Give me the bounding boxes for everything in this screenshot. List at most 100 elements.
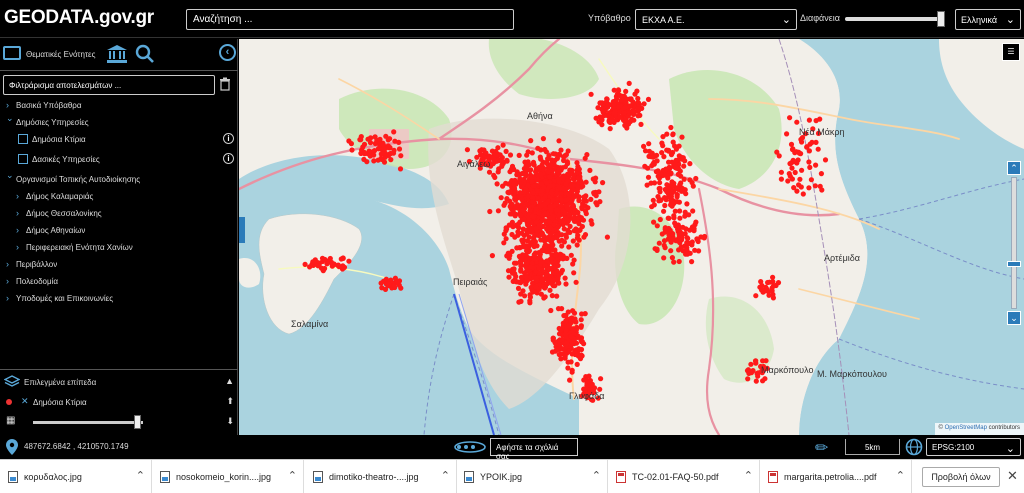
- public-building-marker[interactable]: [387, 136, 393, 142]
- zoom-in-icon[interactable]: ⌃: [1007, 161, 1021, 175]
- public-building-marker[interactable]: [348, 141, 354, 147]
- public-building-marker[interactable]: [394, 279, 400, 285]
- public-building-marker[interactable]: [464, 147, 470, 153]
- public-building-marker[interactable]: [760, 289, 766, 295]
- public-building-marker[interactable]: [748, 361, 754, 367]
- public-building-marker[interactable]: [336, 264, 342, 270]
- public-building-marker[interactable]: [588, 196, 594, 202]
- public-building-marker[interactable]: [533, 275, 539, 281]
- public-building-marker[interactable]: [506, 181, 512, 187]
- public-building-marker[interactable]: [547, 287, 553, 293]
- public-building-marker[interactable]: [660, 134, 666, 140]
- public-building-marker[interactable]: [349, 147, 355, 153]
- public-building-marker[interactable]: [550, 335, 556, 341]
- public-building-marker[interactable]: [556, 151, 562, 158]
- public-building-marker[interactable]: [621, 110, 627, 116]
- public-building-marker[interactable]: [533, 284, 539, 290]
- public-building-marker[interactable]: [604, 96, 610, 102]
- public-building-marker[interactable]: [523, 172, 529, 178]
- download-item[interactable]: TC-02.01-FAQ-50.pdf ⌃: [608, 460, 760, 493]
- collapse-sidebar-icon[interactable]: ‹: [219, 44, 236, 61]
- public-building-marker[interactable]: [518, 291, 524, 297]
- move-layer-up-icon[interactable]: ⬆: [226, 396, 234, 407]
- public-building-marker[interactable]: [763, 358, 769, 364]
- public-building-marker[interactable]: [545, 198, 551, 204]
- public-building-marker[interactable]: [500, 183, 506, 189]
- public-building-marker[interactable]: [645, 174, 652, 180]
- public-building-marker[interactable]: [574, 361, 580, 367]
- public-building-marker[interactable]: [529, 228, 535, 234]
- public-building-marker[interactable]: [564, 159, 570, 165]
- public-building-marker[interactable]: [575, 175, 581, 181]
- public-building-marker[interactable]: [396, 146, 403, 152]
- public-building-marker[interactable]: [558, 147, 564, 153]
- public-building-marker[interactable]: [666, 148, 672, 154]
- public-building-marker[interactable]: [499, 163, 505, 169]
- public-building-marker[interactable]: [661, 238, 668, 244]
- opacity-slider-handle[interactable]: [937, 11, 945, 27]
- public-building-marker[interactable]: [774, 149, 780, 155]
- location-pin-icon[interactable]: [6, 439, 18, 455]
- public-building-marker[interactable]: [549, 240, 555, 246]
- public-building-marker[interactable]: [681, 163, 687, 169]
- chevron-right-icon[interactable]: ›: [6, 293, 9, 303]
- tree-item[interactable]: › Πολεοδομία: [0, 273, 238, 290]
- public-building-marker[interactable]: [693, 175, 699, 182]
- public-building-marker[interactable]: [519, 197, 525, 203]
- globe-icon[interactable]: [905, 438, 923, 456]
- public-building-marker[interactable]: [506, 274, 512, 280]
- public-building-marker[interactable]: [574, 183, 580, 189]
- opacity-slider[interactable]: [845, 17, 945, 21]
- download-menu-chevron-icon[interactable]: ⌃: [288, 469, 297, 482]
- public-building-marker[interactable]: [563, 232, 569, 238]
- public-building-marker[interactable]: [589, 221, 595, 227]
- public-building-marker[interactable]: [507, 211, 513, 217]
- public-building-marker[interactable]: [661, 242, 667, 248]
- public-building-marker[interactable]: [671, 259, 677, 265]
- basemap-select[interactable]: ΕΚΧΑ Α.Ε. ⌄: [635, 9, 797, 30]
- public-building-marker[interactable]: [593, 193, 599, 199]
- public-building-marker[interactable]: [524, 274, 530, 280]
- public-building-marker[interactable]: [626, 80, 632, 86]
- public-building-marker[interactable]: [555, 176, 562, 182]
- public-building-marker[interactable]: [685, 235, 691, 242]
- public-building-marker[interactable]: [560, 207, 566, 213]
- public-building-marker[interactable]: [516, 152, 522, 158]
- chevron-right-icon[interactable]: ›: [16, 208, 19, 218]
- crs-select[interactable]: EPSG:2100 ⌄: [926, 438, 1021, 456]
- public-building-marker[interactable]: [523, 186, 529, 193]
- public-building-marker[interactable]: [815, 146, 821, 152]
- public-building-marker[interactable]: [812, 183, 818, 189]
- public-building-marker[interactable]: [386, 144, 392, 150]
- public-building-marker[interactable]: [580, 183, 586, 189]
- public-building-marker[interactable]: [571, 316, 577, 322]
- public-building-marker[interactable]: [524, 248, 530, 254]
- public-building-marker[interactable]: [744, 368, 751, 374]
- public-building-marker[interactable]: [578, 323, 584, 329]
- tree-item[interactable]: ⌄ Δημόσιες Υπηρεσίες: [0, 113, 238, 131]
- public-building-marker[interactable]: [665, 191, 672, 197]
- public-building-marker[interactable]: [806, 185, 812, 191]
- public-building-marker[interactable]: [543, 159, 550, 166]
- public-building-marker[interactable]: [507, 152, 514, 158]
- download-menu-chevron-icon[interactable]: ⌃: [441, 469, 450, 482]
- public-building-marker[interactable]: [572, 347, 578, 354]
- public-building-marker[interactable]: [785, 178, 791, 184]
- public-building-marker[interactable]: [638, 121, 644, 127]
- public-building-marker[interactable]: [319, 255, 326, 261]
- public-building-marker[interactable]: [676, 258, 682, 265]
- public-building-marker[interactable]: [503, 228, 509, 234]
- public-building-marker[interactable]: [672, 160, 678, 166]
- public-building-marker[interactable]: [568, 359, 574, 365]
- site-logo[interactable]: GEODATA.gov.gr: [4, 7, 154, 29]
- public-building-marker[interactable]: [798, 136, 804, 143]
- public-building-marker[interactable]: [562, 275, 568, 281]
- public-building-marker[interactable]: [550, 246, 556, 253]
- public-building-marker[interactable]: [538, 203, 545, 209]
- public-building-marker[interactable]: [302, 261, 308, 267]
- public-building-marker[interactable]: [556, 232, 562, 238]
- public-building-marker[interactable]: [524, 166, 530, 172]
- public-building-marker[interactable]: [686, 212, 692, 218]
- public-building-marker[interactable]: [758, 279, 764, 285]
- layer-opacity-slider[interactable]: [33, 421, 143, 424]
